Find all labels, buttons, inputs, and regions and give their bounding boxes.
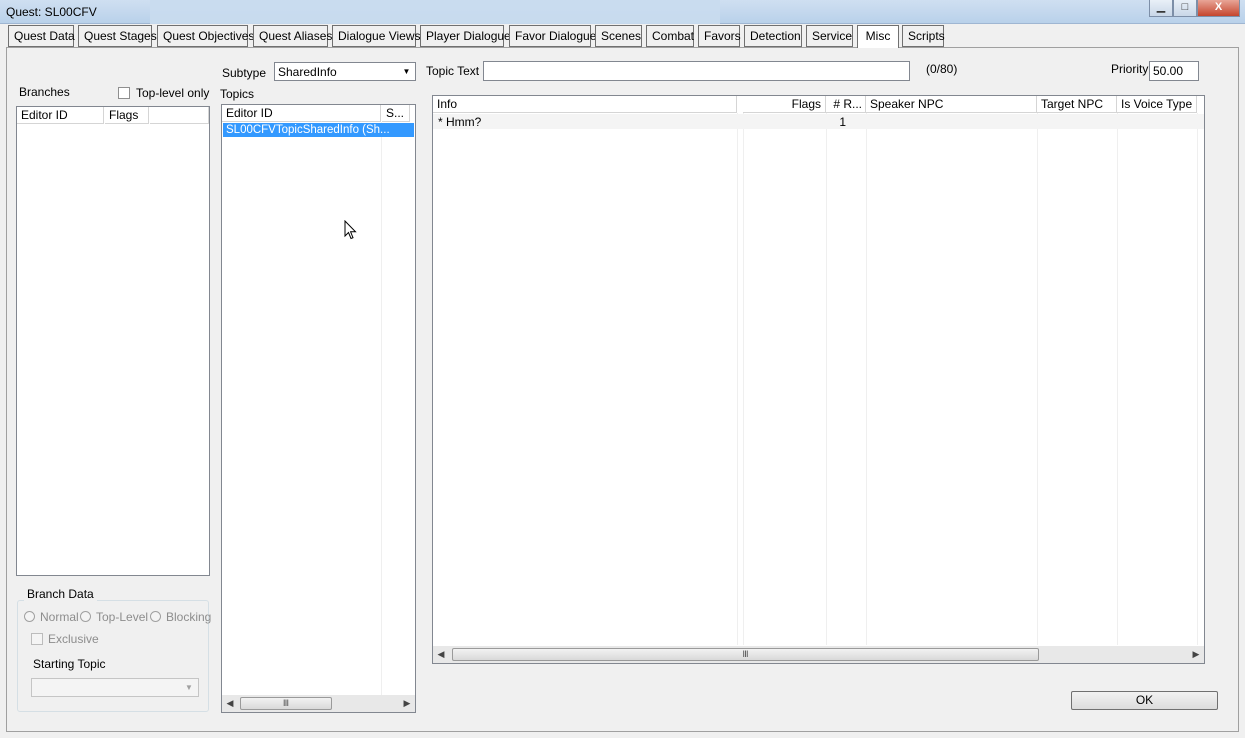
branch-data-label: Branch Data bbox=[24, 587, 97, 601]
subtype-dropdown[interactable]: SharedInfo ▼ bbox=[274, 62, 416, 81]
grid-line bbox=[1037, 113, 1038, 645]
info-col-is-voice-type[interactable]: Is Voice Type bbox=[1117, 96, 1197, 113]
grid-line bbox=[1117, 113, 1118, 645]
info-col-target-npc[interactable]: Target NPC bbox=[1037, 96, 1117, 113]
info-col-flags[interactable]: Flags bbox=[743, 96, 826, 113]
subtype-label: Subtype bbox=[222, 66, 267, 80]
tab-dialogue-views[interactable]: Dialogue Views bbox=[332, 25, 421, 47]
info-col-info[interactable]: Info bbox=[433, 96, 737, 113]
branches-col-flags[interactable]: Flags bbox=[105, 107, 149, 124]
normal-radio-label: Normal bbox=[40, 610, 79, 624]
topics-list[interactable]: Editor ID S... SL00CFVTopicSharedInfo (S… bbox=[221, 104, 416, 713]
info-table[interactable]: Info Flags # R... Speaker NPC Target NPC… bbox=[432, 95, 1205, 664]
tab-favors[interactable]: Favors bbox=[698, 25, 741, 47]
branches-col-empty bbox=[150, 107, 209, 124]
normal-radio[interactable] bbox=[24, 611, 35, 622]
topics-label: Topics bbox=[220, 87, 255, 101]
top-level-radio-label: Top-Level bbox=[96, 610, 149, 624]
tab-scenes[interactable]: Scenes bbox=[595, 25, 642, 47]
starting-topic-label: Starting Topic bbox=[33, 657, 106, 671]
grid-line bbox=[826, 113, 827, 645]
window-title: Quest: SL00CFV bbox=[6, 5, 97, 19]
tab-combat[interactable]: Combat bbox=[646, 25, 694, 47]
topics-horizontal-scrollbar[interactable]: ◀ Ⅲ ▶ bbox=[222, 695, 415, 712]
tab-service[interactable]: Service bbox=[806, 25, 853, 47]
priority-label: Priority bbox=[1111, 62, 1149, 76]
tab-player-dialogue[interactable]: Player Dialogue bbox=[420, 25, 511, 47]
scroll-left-icon[interactable]: ◀ bbox=[222, 695, 238, 712]
tab-quest-aliases[interactable]: Quest Aliases bbox=[253, 25, 332, 47]
branches-list[interactable]: Editor ID Flags bbox=[16, 106, 210, 576]
tab-quest-data[interactable]: Quest Data bbox=[8, 25, 75, 47]
tab-quest-objectives[interactable]: Quest Objectives bbox=[157, 25, 254, 47]
chevron-down-icon[interactable]: ▼ bbox=[399, 64, 414, 79]
branches-col-editor-id[interactable]: Editor ID bbox=[17, 107, 104, 124]
tab-favor-dialogue[interactable]: Favor Dialogue bbox=[509, 25, 596, 47]
blocking-radio[interactable] bbox=[150, 611, 161, 622]
scroll-left-icon[interactable]: ◀ bbox=[433, 646, 449, 663]
info-scrollbar-thumb[interactable]: Ⅲ bbox=[452, 648, 1039, 661]
topic-row-editor-id: SL00CFVTopicSharedInfo (Sh... bbox=[226, 124, 390, 136]
tab-detection[interactable]: Detection bbox=[744, 25, 802, 47]
blocking-radio-label: Blocking bbox=[166, 610, 212, 624]
topics-col-editor-id[interactable]: Editor ID bbox=[222, 105, 381, 122]
topics-col-s[interactable]: S... bbox=[382, 105, 410, 122]
topics-scrollbar-thumb[interactable]: Ⅲ bbox=[240, 697, 332, 710]
subtype-value: SharedInfo bbox=[278, 65, 337, 79]
minimize-button[interactable]: ▁ bbox=[1149, 0, 1173, 17]
maximize-button[interactable]: □ bbox=[1173, 0, 1197, 17]
top-level-only-checkbox[interactable] bbox=[118, 87, 130, 99]
chevron-down-icon: ▼ bbox=[185, 683, 193, 692]
grid-line bbox=[1197, 113, 1198, 645]
info-row[interactable]: * Hmm? 1 bbox=[433, 114, 1204, 129]
branches-label: Branches bbox=[19, 85, 70, 99]
priority-input[interactable] bbox=[1149, 61, 1199, 81]
topic-text-input[interactable] bbox=[483, 61, 910, 81]
info-col-responses[interactable]: # R... bbox=[826, 96, 866, 113]
title-bar: Quest: SL00CFV ▁ □ X bbox=[0, 0, 1245, 24]
top-level-radio[interactable] bbox=[80, 611, 91, 622]
ok-button[interactable]: OK bbox=[1071, 691, 1218, 710]
grid-line bbox=[737, 113, 738, 645]
starting-topic-dropdown[interactable]: ▼ bbox=[31, 678, 199, 697]
background-window-strip bbox=[150, 0, 720, 24]
topic-text-label: Topic Text bbox=[426, 64, 480, 78]
info-col-speaker-npc[interactable]: Speaker NPC bbox=[866, 96, 1037, 113]
tab-quest-stages[interactable]: Quest Stages bbox=[78, 25, 157, 47]
grid-line bbox=[866, 113, 867, 645]
scroll-right-icon[interactable]: ▶ bbox=[1188, 646, 1204, 663]
exclusive-label: Exclusive bbox=[48, 632, 99, 646]
close-button[interactable]: X bbox=[1197, 0, 1240, 17]
topic-row-selected[interactable]: SL00CFVTopicSharedInfo (Sh... bbox=[223, 123, 414, 137]
info-row-info: * Hmm? bbox=[438, 115, 482, 129]
tab-misc[interactable]: Misc bbox=[857, 25, 899, 48]
topics-col-divider bbox=[381, 122, 382, 695]
grid-line bbox=[743, 113, 744, 645]
info-horizontal-scrollbar[interactable]: ◀ Ⅲ ▶ bbox=[433, 646, 1204, 663]
exclusive-checkbox[interactable] bbox=[31, 633, 43, 645]
tab-scripts[interactable]: Scripts bbox=[902, 25, 945, 47]
top-level-only-label: Top-level only bbox=[136, 86, 210, 100]
topic-text-counter: (0/80) bbox=[926, 62, 958, 76]
info-row-responses: 1 bbox=[839, 115, 846, 129]
scroll-right-icon[interactable]: ▶ bbox=[399, 695, 415, 712]
mouse-cursor-icon bbox=[344, 220, 357, 240]
